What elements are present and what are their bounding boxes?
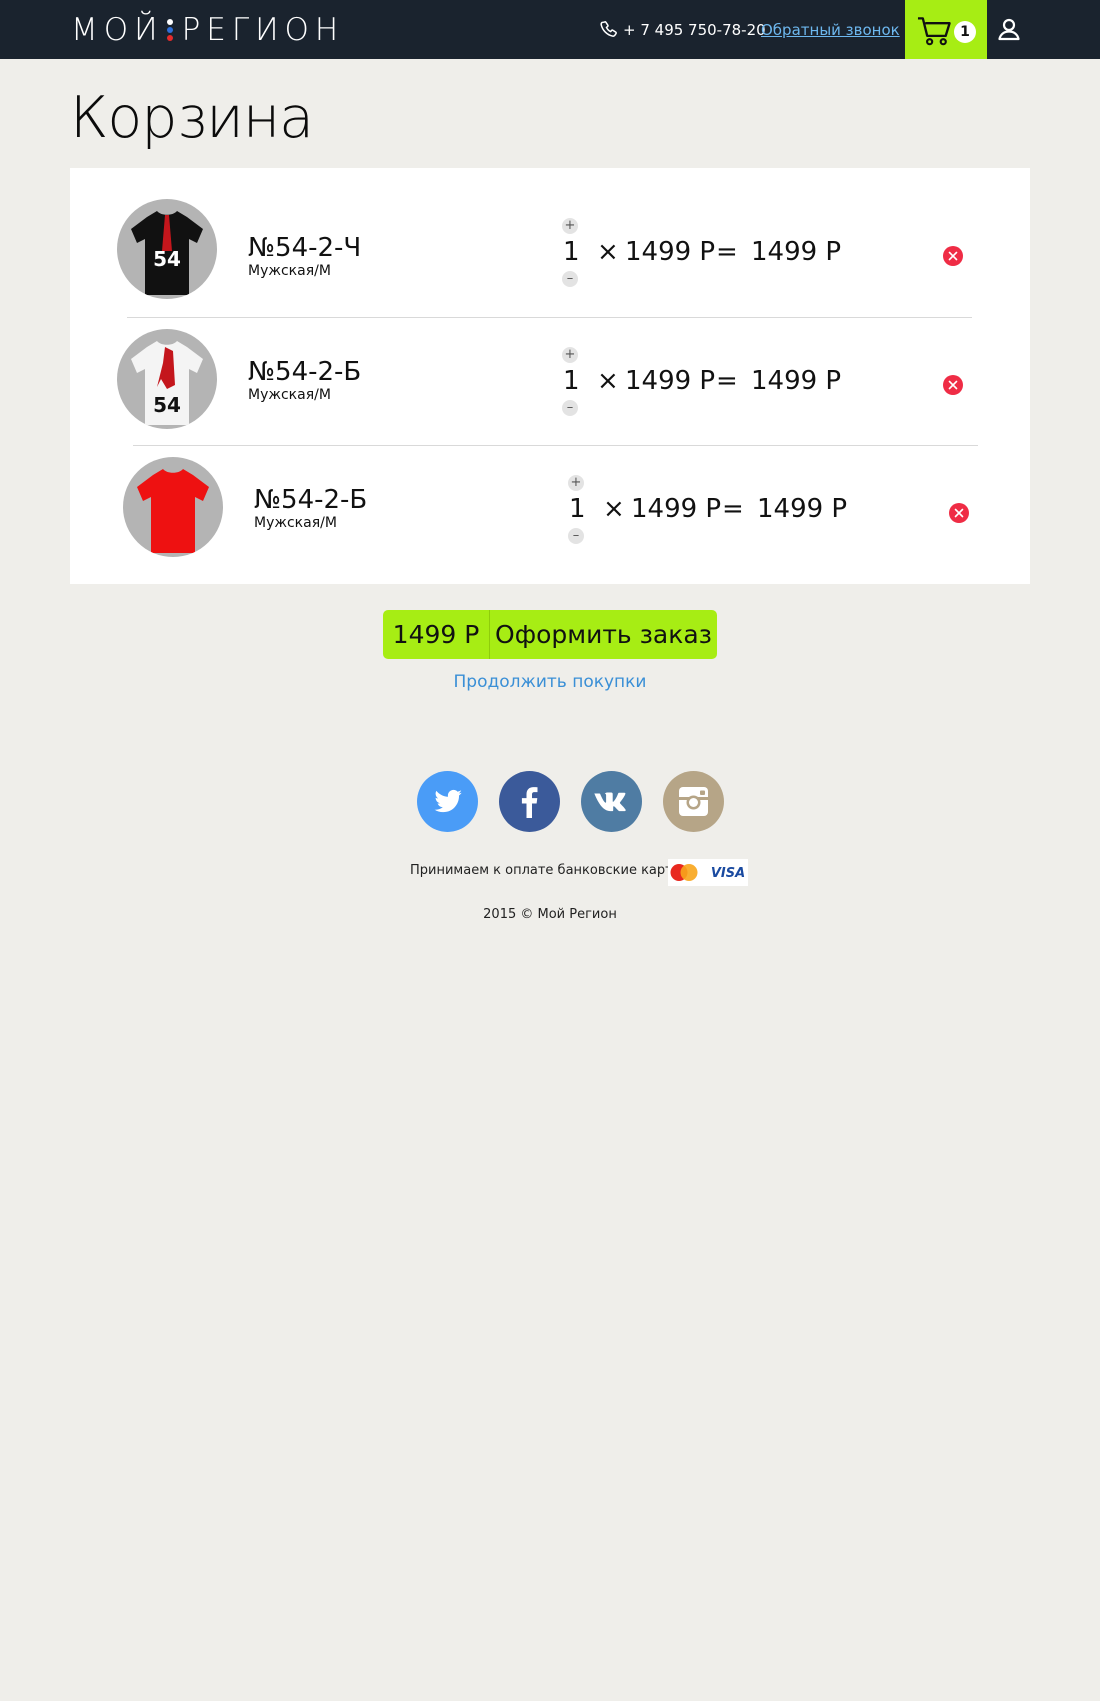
cart-count-badge: 1 (954, 21, 976, 43)
tshirt-image: 54 (131, 211, 203, 295)
cart-item: №54-2-Б Мужская/М + 1 × 1499 Р = 1499 Р … (123, 457, 1003, 577)
close-icon (954, 508, 964, 518)
equals-sign: = (716, 366, 738, 396)
item-variant: Мужская/М (248, 387, 331, 403)
payments-text: Принимаем к оплате банковские карты: (410, 863, 688, 878)
item-price: 1499 Р (625, 237, 716, 267)
cart-button[interactable]: 1 (905, 0, 987, 59)
product-image[interactable]: 54 (117, 329, 217, 429)
phone-number[interactable]: + 7 495 750-78-20 (599, 19, 766, 41)
times-sign: × (603, 494, 625, 524)
item-qty: 1 (563, 366, 580, 396)
cart-item: 54 №54-2-Б Мужская/М + 1 × 1499 Р = 1499… (117, 329, 997, 449)
cart-items-panel: 54 №54-2-Ч Мужская/М + 1 × 1499 Р = 1499… (70, 168, 1030, 584)
logo-dots-icon (166, 19, 173, 41)
logo-text-left: МОЙ (71, 12, 164, 48)
svg-text:54: 54 (153, 393, 181, 417)
user-account-icon[interactable] (997, 17, 1021, 41)
vk-link[interactable] (581, 771, 642, 832)
item-name[interactable]: №54-2-Ч (248, 233, 361, 263)
tshirt-image (137, 469, 209, 553)
copyright: 2015 © Мой Регион (483, 907, 617, 922)
item-price: 1499 Р (631, 494, 722, 524)
mastercard-icon: VISA (670, 864, 745, 881)
qty-decrease-button[interactable]: – (562, 271, 578, 287)
vk-icon (581, 771, 642, 832)
checkout-button[interactable]: 1499 Р Оформить заказ (383, 610, 717, 659)
remove-item-button[interactable] (943, 375, 963, 395)
times-sign: × (597, 366, 619, 396)
qty-increase-button[interactable]: + (562, 218, 578, 234)
times-sign: × (597, 237, 619, 267)
qty-increase-button[interactable]: + (562, 347, 578, 363)
twitter-icon (417, 771, 478, 832)
page-title: Корзина (70, 85, 314, 151)
facebook-icon (499, 771, 560, 832)
item-name[interactable]: №54-2-Б (248, 357, 361, 387)
item-qty: 1 (563, 237, 580, 267)
qty-increase-button[interactable]: + (568, 475, 584, 491)
equals-sign: = (722, 494, 744, 524)
phone-number-text: + 7 495 750-78-20 (623, 21, 766, 39)
qty-decrease-button[interactable]: – (568, 528, 584, 544)
payment-info: Принимаем к оплате банковские карты: VIS… (0, 859, 1100, 887)
cart-icon (917, 17, 951, 46)
continue-shopping-link[interactable]: Продолжить покупки (0, 672, 1100, 692)
item-divider (133, 445, 978, 446)
item-total: 1499 Р (751, 237, 842, 267)
instagram-icon (663, 771, 724, 832)
item-price: 1499 Р (625, 366, 716, 396)
svg-text:54: 54 (153, 247, 181, 271)
top-navbar: МОЙ РЕГИОН + 7 495 750-78-20 Обратный зв… (0, 0, 1100, 59)
social-links (417, 771, 727, 833)
site-logo[interactable]: МОЙ РЕГИОН (71, 10, 344, 50)
twitter-link[interactable] (417, 771, 478, 832)
close-icon (948, 380, 958, 390)
item-total: 1499 Р (751, 366, 842, 396)
remove-item-button[interactable] (943, 246, 963, 266)
logo-text-right: РЕГИОН (181, 12, 345, 48)
tshirt-image: 54 (131, 341, 203, 425)
item-variant: Мужская/М (254, 515, 337, 531)
item-name[interactable]: №54-2-Б (254, 485, 367, 515)
product-image[interactable]: 54 (117, 199, 217, 299)
product-image[interactable] (123, 457, 223, 557)
close-icon (948, 251, 958, 261)
facebook-link[interactable] (499, 771, 560, 832)
checkout-total: 1499 Р (383, 610, 490, 659)
item-variant: Мужская/М (248, 263, 331, 279)
instagram-link[interactable] (663, 771, 724, 832)
phone-icon (600, 21, 617, 37)
equals-sign: = (716, 237, 738, 267)
item-divider (127, 317, 972, 318)
checkout-label: Оформить заказ (495, 620, 712, 649)
callback-link[interactable]: Обратный звонок (761, 19, 900, 41)
payment-cards: VISA (668, 859, 748, 886)
qty-decrease-button[interactable]: – (562, 400, 578, 416)
item-qty: 1 (569, 494, 586, 524)
item-total: 1499 Р (757, 494, 848, 524)
cart-item: 54 №54-2-Ч Мужская/М + 1 × 1499 Р = 1499… (117, 199, 997, 319)
remove-item-button[interactable] (949, 503, 969, 523)
visa-icon: VISA (711, 866, 745, 881)
